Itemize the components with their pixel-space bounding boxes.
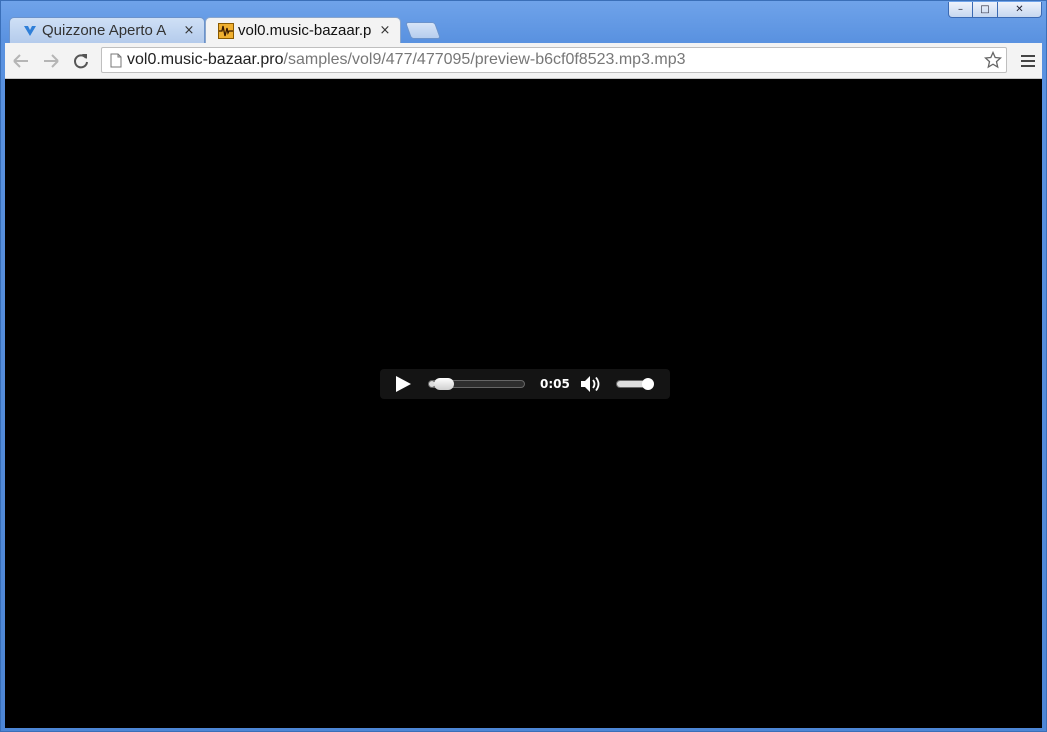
back-button[interactable] bbox=[7, 47, 35, 75]
star-icon bbox=[984, 51, 1002, 69]
browser-window: – □ ✕ Quizzone Aperto A × vol0.music-baz… bbox=[0, 0, 1047, 732]
current-time: 0:05 bbox=[540, 377, 570, 391]
page-content: 0:05 bbox=[5, 79, 1042, 728]
play-icon bbox=[396, 376, 411, 392]
hamburger-menu-icon bbox=[1021, 55, 1035, 67]
url-path: /samples/vol9/477/477095/preview-b6cf0f8… bbox=[283, 51, 686, 68]
forward-arrow-icon bbox=[44, 53, 59, 68]
play-button[interactable] bbox=[394, 375, 412, 393]
audio-player: 0:05 bbox=[380, 369, 670, 399]
window-controls: – □ ✕ bbox=[948, 2, 1042, 18]
tab-quizzone[interactable]: Quizzone Aperto A × bbox=[9, 17, 205, 43]
toolbar: vol0.music-bazaar.pro/samples/vol9/477/4… bbox=[5, 43, 1042, 79]
reload-icon bbox=[74, 53, 88, 68]
back-arrow-icon bbox=[13, 53, 28, 68]
minimize-button[interactable]: – bbox=[948, 2, 973, 18]
tab-close-button[interactable]: × bbox=[378, 23, 392, 38]
tab-strip: Quizzone Aperto A × vol0.music-bazaar.p … bbox=[9, 17, 449, 43]
volume-icon bbox=[581, 376, 600, 392]
maximize-button[interactable]: □ bbox=[973, 2, 998, 18]
seek-thumb[interactable] bbox=[433, 378, 454, 390]
music-file-favicon-icon bbox=[218, 22, 234, 39]
url-host: vol0.music-bazaar.pro bbox=[127, 51, 284, 68]
new-tab-button[interactable] bbox=[404, 22, 442, 39]
tab-label: vol0.music-bazaar.p bbox=[238, 22, 372, 39]
close-icon: ✕ bbox=[1015, 3, 1024, 15]
address-bar[interactable]: vol0.music-bazaar.pro/samples/vol9/477/4… bbox=[101, 47, 1007, 73]
bookmark-star-button[interactable] bbox=[980, 51, 1006, 69]
tab-music-bazaar[interactable]: vol0.music-bazaar.p × bbox=[205, 17, 401, 43]
mute-button[interactable] bbox=[580, 375, 604, 393]
reload-button[interactable] bbox=[67, 47, 95, 75]
minimize-icon: – bbox=[958, 3, 963, 15]
tab-close-button[interactable]: × bbox=[182, 23, 196, 38]
page-icon bbox=[105, 53, 127, 68]
volume-thumb[interactable] bbox=[642, 378, 654, 390]
forward-button[interactable] bbox=[37, 47, 65, 75]
tab-label: Quizzone Aperto A bbox=[42, 22, 167, 39]
url-text: vol0.music-bazaar.pro/samples/vol9/477/4… bbox=[127, 51, 980, 69]
maximize-icon: □ bbox=[980, 3, 990, 15]
menu-button[interactable] bbox=[1016, 49, 1040, 73]
close-window-button[interactable]: ✕ bbox=[998, 2, 1042, 18]
quiz-favicon-icon bbox=[22, 23, 38, 39]
